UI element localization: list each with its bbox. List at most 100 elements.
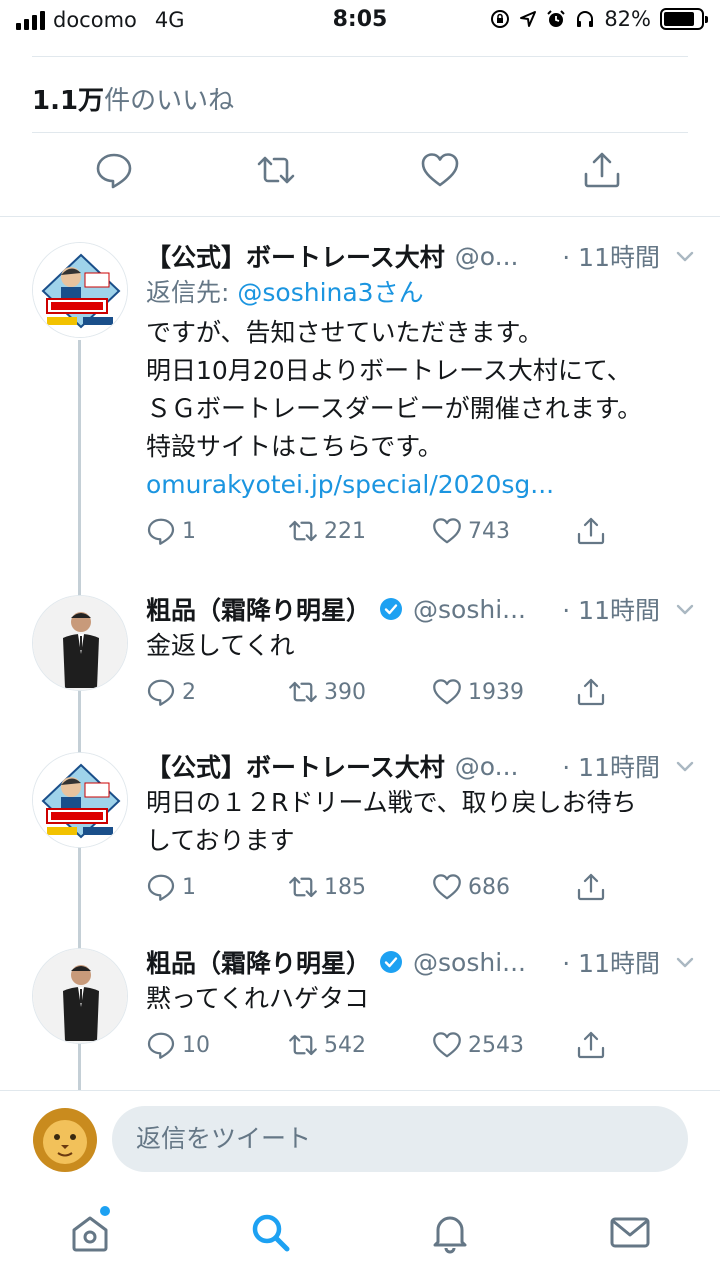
share-icon [577, 678, 605, 706]
avatar-soshina[interactable] [32, 595, 128, 691]
retweet-icon [289, 876, 317, 898]
share-icon [577, 1031, 605, 1059]
like-icon[interactable] [420, 150, 460, 190]
home-icon[interactable] [68, 1210, 112, 1254]
tweet-actions: 10 542 2543 [146, 1030, 706, 1070]
chevron-down-icon[interactable] [674, 245, 696, 267]
battery-icon [660, 8, 708, 30]
bottom-tab-bar [0, 1190, 720, 1280]
likes-summary[interactable]: 1.1万件のいいね [32, 80, 234, 117]
retweet-button[interactable]: 542 [288, 1030, 366, 1060]
tweet-line: 金返してくれ [146, 631, 295, 660]
notifications-icon[interactable] [428, 1210, 472, 1254]
chevron-down-icon[interactable] [674, 755, 696, 777]
reply-count: 1 [182, 518, 196, 544]
like-button[interactable]: 743 [432, 516, 510, 546]
verified-badge-icon [380, 951, 403, 973]
share-button[interactable] [576, 516, 612, 546]
share-icon[interactable] [582, 150, 622, 190]
avatar-soshina[interactable] [32, 948, 128, 1044]
timestamp[interactable]: · 11時間 [562, 238, 660, 274]
like-button[interactable]: 1939 [432, 677, 524, 707]
tweet-line: 特設サイトはこちらです。 [146, 432, 443, 461]
tweet-line: ですが、告知させていただきます。 [146, 318, 544, 347]
headphones-icon [577, 11, 594, 27]
avatar-boatrace-omura[interactable] [32, 752, 128, 848]
reply-composer: 返信をツイート [0, 1090, 720, 1190]
tweet-line: 黙ってくれハゲタコ [146, 984, 370, 1013]
retweet-icon [289, 1034, 317, 1056]
like-button[interactable]: 686 [432, 872, 510, 902]
tweet-header: 粗品（霜降り明星） @soshi... · 11時間 [146, 944, 696, 980]
tweet-line: しております [146, 826, 295, 855]
timestamp[interactable]: · 11時間 [562, 944, 660, 980]
retweet-button[interactable]: 390 [288, 677, 366, 707]
display-name[interactable]: 【公式】ボートレース大村 [146, 238, 445, 274]
reply-tweet[interactable]: 粗品（霜降り明星） @soshi... · 11時間 黙ってくれハゲタコ 10 … [0, 938, 720, 1088]
reply-to-label: 返信先: [146, 278, 238, 307]
tweet-line: 明日の１２Rドリーム戦で、取り戻しお待ち [146, 788, 637, 817]
reply-tweet[interactable]: 【公式】ボートレース大村 @o... · 11時間 明日の１２Rドリーム戦で、取… [0, 742, 720, 932]
user-handle[interactable]: @soshi... [413, 948, 554, 977]
reply-icon [147, 1032, 175, 1059]
reply-button[interactable]: 1 [146, 516, 196, 546]
reply-button[interactable]: 10 [146, 1030, 210, 1060]
tweet-header: 【公式】ボートレース大村 @o... · 11時間 [146, 238, 696, 274]
messages-icon[interactable] [608, 1210, 652, 1254]
display-name[interactable]: 【公式】ボートレース大村 [146, 748, 445, 784]
reply-button[interactable]: 2 [146, 677, 196, 707]
reply-icon[interactable] [94, 150, 134, 190]
tweet-url-link[interactable]: omurakyotei.jp/special/2020sg... [146, 466, 690, 504]
likes-count: 1.1万 [32, 86, 105, 116]
retweet-count: 185 [324, 874, 366, 900]
like-count: 1939 [468, 679, 524, 705]
like-icon [433, 518, 461, 544]
chevron-down-icon[interactable] [674, 598, 696, 620]
like-count: 743 [468, 518, 510, 544]
reply-icon [147, 679, 175, 706]
verified-badge-icon [380, 598, 403, 620]
reply-count: 10 [182, 1032, 210, 1058]
display-name[interactable]: 粗品（霜降り明星） [146, 591, 371, 627]
chevron-down-icon[interactable] [674, 951, 696, 973]
status-bar: docomo 4G 8:05 82% [0, 0, 720, 40]
notification-dot [100, 1206, 110, 1216]
reply-to-user-link[interactable]: @soshina3さん [237, 278, 423, 307]
tweet-line: ＳＧボートレースダービーが開催されます。 [146, 394, 643, 423]
user-handle[interactable]: @o... [455, 242, 555, 271]
like-icon [433, 874, 461, 900]
tweet-header: 粗品（霜降り明星） @soshi... · 11時間 [146, 591, 696, 627]
reply-button[interactable]: 1 [146, 872, 196, 902]
reply-icon [147, 518, 175, 545]
divider [0, 216, 720, 217]
likes-label: 件のいいね [104, 86, 235, 116]
share-button[interactable] [576, 1030, 612, 1060]
alarm-icon [547, 10, 566, 27]
reply-tweet[interactable]: 【公式】ボートレース大村 @o... · 11時間 返信先: @soshina3… [0, 230, 720, 570]
user-avatar-lion-icon[interactable] [30, 1105, 100, 1175]
user-handle[interactable]: @soshi... [413, 595, 554, 624]
like-button[interactable]: 2543 [432, 1030, 524, 1060]
rotation-lock-icon [491, 10, 510, 28]
retweet-icon[interactable] [256, 150, 296, 190]
share-button[interactable] [576, 677, 612, 707]
display-name[interactable]: 粗品（霜降り明星） [146, 944, 371, 980]
divider [32, 56, 688, 57]
tweet-text: 金返してくれ [146, 627, 690, 665]
avatar-boatrace-omura[interactable] [32, 242, 128, 338]
share-icon [577, 873, 605, 901]
retweet-button[interactable]: 185 [288, 872, 366, 902]
retweet-count: 221 [324, 518, 366, 544]
main-tweet-actions [0, 150, 720, 204]
tweet-line: 明日10月20日よりボートレース大村にて、 [146, 356, 632, 385]
like-icon [433, 679, 461, 705]
reply-count: 1 [182, 874, 196, 900]
timestamp[interactable]: · 11時間 [562, 591, 660, 627]
timestamp[interactable]: · 11時間 [562, 748, 660, 784]
share-button[interactable] [576, 872, 612, 902]
retweet-button[interactable]: 221 [288, 516, 366, 546]
reply-tweet[interactable]: 粗品（霜降り明星） @soshi... · 11時間 金返してくれ 2 390 … [0, 585, 720, 735]
search-icon[interactable] [248, 1210, 292, 1254]
reply-input[interactable]: 返信をツイート [112, 1106, 688, 1172]
user-handle[interactable]: @o... [455, 752, 555, 781]
